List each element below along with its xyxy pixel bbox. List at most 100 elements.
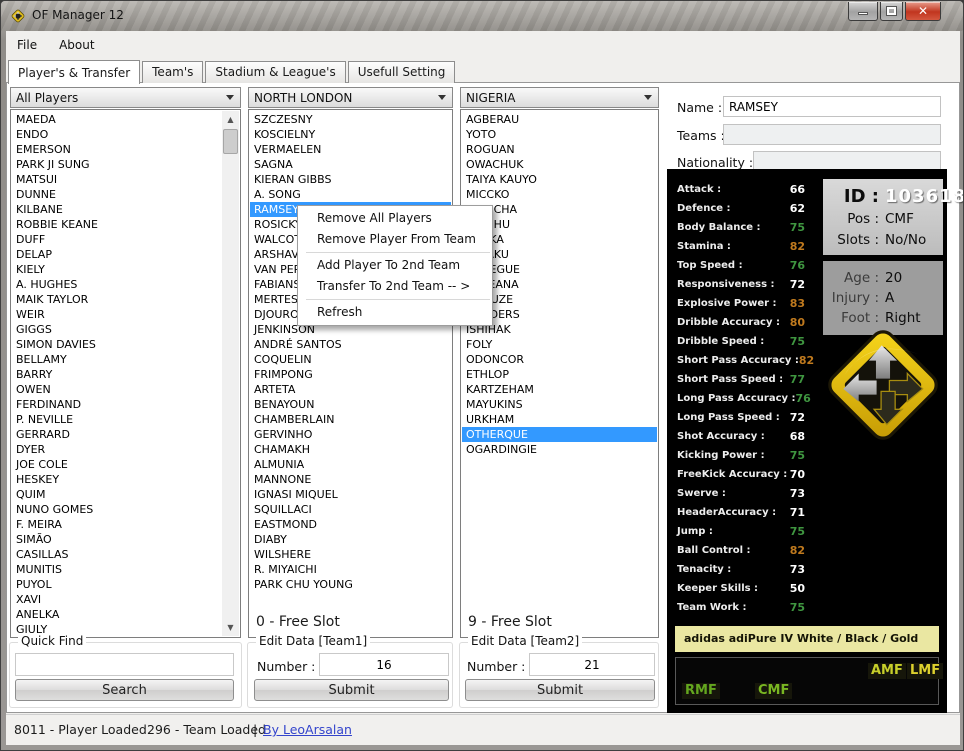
scroll-down-icon[interactable]: ▼	[222, 619, 239, 636]
list-item[interactable]: NUNO GOMES	[12, 502, 222, 517]
list-item[interactable]: URKHAM	[462, 412, 657, 427]
scroll-up-icon[interactable]: ▲	[222, 111, 239, 128]
list-item[interactable]: ROBBIE KEANE	[12, 217, 222, 232]
list-item[interactable]: ARTETA	[250, 382, 451, 397]
list-item[interactable]: A. SONG	[250, 187, 451, 202]
scrollbar[interactable]: ▲ ▼	[222, 111, 239, 636]
list-item[interactable]: YOTO	[462, 127, 657, 142]
teams-field[interactable]	[723, 124, 941, 145]
list-item[interactable]: CHAMAKH	[250, 442, 451, 457]
list-item[interactable]: KIELY	[12, 262, 222, 277]
list-item[interactable]: DYER	[12, 442, 222, 457]
list-item[interactable]: KOSCIELNY	[250, 127, 451, 142]
list-item[interactable]: SAGNA	[250, 157, 451, 172]
maximize-button[interactable]	[880, 2, 903, 21]
minimize-button[interactable]	[848, 2, 878, 21]
list-item[interactable]: MAYUKINS	[462, 397, 657, 412]
name-field[interactable]: RAMSEY	[723, 96, 941, 117]
tab[interactable]: Stadium & League's	[205, 61, 345, 83]
list-item[interactable]: DIABY	[250, 532, 451, 547]
list-item[interactable]: ANELKA	[12, 607, 222, 622]
list-item[interactable]: KILBANE	[12, 202, 222, 217]
list-item[interactable]: MICCKO	[462, 187, 657, 202]
list-item[interactable]: HESKEY	[12, 472, 222, 487]
list-item[interactable]: MUNITIS	[12, 562, 222, 577]
list-item[interactable]: ODONCOR	[462, 352, 657, 367]
list-item[interactable]: OWEN	[12, 382, 222, 397]
list-item[interactable]: PUYOL	[12, 577, 222, 592]
list-item[interactable]: WEIR	[12, 307, 222, 322]
list-item[interactable]: CHAMBERLAIN	[250, 412, 451, 427]
credit-link[interactable]: By LeoArsalan	[263, 722, 352, 737]
list-item[interactable]: XAVI	[12, 592, 222, 607]
list-item[interactable]: A. HUGHES	[12, 277, 222, 292]
list-item[interactable]: ETHLOP	[462, 367, 657, 382]
list-item[interactable]: EMERSON	[12, 142, 222, 157]
list-item[interactable]: EASTMOND	[250, 517, 451, 532]
list-item[interactable]: OTHERQUE	[462, 427, 657, 442]
menubar-item[interactable]: File	[6, 34, 48, 56]
tab[interactable]: Player's & Transfer	[8, 60, 140, 84]
list-item[interactable]: DELAP	[12, 247, 222, 262]
context-menu-item[interactable]: Transfer To 2nd Team -- >	[298, 276, 492, 297]
search-input[interactable]	[15, 653, 234, 676]
list-item[interactable]: MANNONE	[250, 472, 451, 487]
tab[interactable]: Usefull Setting	[348, 61, 456, 83]
list-item[interactable]: KIERAN GIBBS	[250, 172, 451, 187]
list-item[interactable]: MAEDA	[12, 112, 222, 127]
context-menu-item[interactable]: Remove All Players	[298, 208, 492, 229]
menubar-item[interactable]: About	[48, 34, 105, 56]
list-item[interactable]: FRIMPONG	[250, 367, 451, 382]
list-item[interactable]: P. NEVILLE	[12, 412, 222, 427]
title-bar[interactable]: OF Manager 12 ✕	[1, 1, 963, 31]
list-item[interactable]: AGBERAU	[462, 112, 657, 127]
list-item[interactable]: MAIK TAYLOR	[12, 292, 222, 307]
list-item[interactable]: R. MIYAICHI	[250, 562, 451, 577]
team2-combo[interactable]: NIGERIA	[460, 87, 659, 108]
team1-number-input[interactable]	[319, 653, 449, 676]
list-item[interactable]: SIMÃO	[12, 532, 222, 547]
list-item[interactable]: F. MEIRA	[12, 517, 222, 532]
list-item[interactable]: DUFF	[12, 232, 222, 247]
list-item[interactable]: BENAYOUN	[250, 397, 451, 412]
list-item[interactable]: DUNNE	[12, 187, 222, 202]
list-item[interactable]: BARRY	[12, 367, 222, 382]
list-item[interactable]: QUIM	[12, 487, 222, 502]
team1-combo[interactable]: NORTH LONDON	[248, 87, 453, 108]
list-item[interactable]: IGNASI MIQUEL	[250, 487, 451, 502]
list-item[interactable]: PARK JI SUNG	[12, 157, 222, 172]
list-item[interactable]: GIGGS	[12, 322, 222, 337]
team2-submit-button[interactable]: Submit	[465, 679, 655, 701]
list-item[interactable]: SQUILLACI	[250, 502, 451, 517]
list-item[interactable]: ANDRÉ SANTOS	[250, 337, 451, 352]
list-item[interactable]: ALMUNIA	[250, 457, 451, 472]
team2-number-input[interactable]	[529, 653, 655, 676]
list-item[interactable]: SIMON DAVIES	[12, 337, 222, 352]
search-button[interactable]: Search	[15, 679, 234, 701]
list-item[interactable]: ROGUAN	[462, 142, 657, 157]
context-menu-item[interactable]: Remove Player From Team	[298, 229, 492, 250]
list-item[interactable]: FOLY	[462, 337, 657, 352]
tab[interactable]: Team's	[142, 61, 203, 83]
list-item[interactable]: PARK CHU YOUNG	[250, 577, 451, 592]
team1-submit-button[interactable]: Submit	[254, 679, 449, 701]
list-item[interactable]: TAIYA KAUYO	[462, 172, 657, 187]
list-item[interactable]: ENDO	[12, 127, 222, 142]
list-item[interactable]: BELLAMY	[12, 352, 222, 367]
list-item[interactable]: JOE COLE	[12, 457, 222, 472]
all-players-combo[interactable]: All Players	[10, 87, 241, 108]
list-item[interactable]: KARTZEHAM	[462, 382, 657, 397]
list-item[interactable]: WILSHERE	[250, 547, 451, 562]
list-item[interactable]: CASILLAS	[12, 547, 222, 562]
context-menu-item[interactable]: Add Player To 2nd Team	[298, 255, 492, 276]
list-item[interactable]: VERMAELEN	[250, 142, 451, 157]
list-item[interactable]: MATSUI	[12, 172, 222, 187]
list-item[interactable]: COQUELIN	[250, 352, 451, 367]
list-item[interactable]: OGARDINGIE	[462, 442, 657, 457]
list-item[interactable]: FERDINAND	[12, 397, 222, 412]
close-button[interactable]: ✕	[905, 2, 941, 21]
list-item[interactable]: SZCZESNY	[250, 112, 451, 127]
scrollbar-thumb[interactable]	[223, 129, 238, 154]
context-menu-item[interactable]: Refresh	[298, 302, 492, 323]
list-item[interactable]: GERRARD	[12, 427, 222, 442]
